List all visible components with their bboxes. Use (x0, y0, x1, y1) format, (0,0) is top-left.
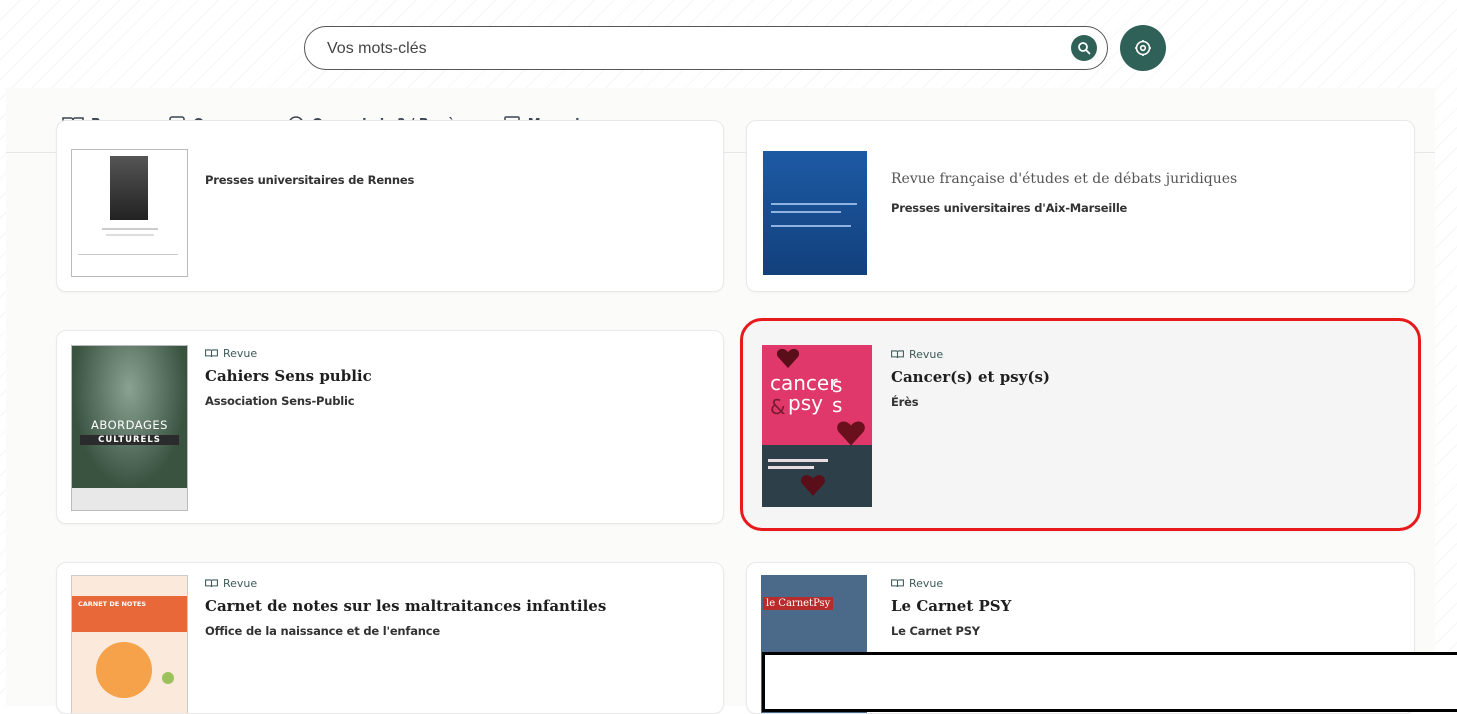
gear-icon (1135, 40, 1151, 56)
cover-symbol: & (770, 395, 786, 419)
book-open-icon (205, 578, 218, 587)
card-meta: Revue Carnet de notes sur les maltraitan… (205, 575, 607, 639)
search-bar (304, 26, 1108, 70)
card-meta: Revue Le Carnet PSY Le Carnet PSY (891, 575, 1012, 639)
publisher: Association Sens-Public (205, 394, 355, 408)
title: Carnet de notes sur les maltraitances in… (205, 597, 607, 615)
cover-title: ABORDAGES (91, 418, 168, 432)
content-type: Revue (205, 345, 372, 361)
title: Le Carnet PSY (891, 597, 1012, 615)
cover-image (71, 149, 188, 277)
book-open-icon (205, 348, 218, 357)
book-open-icon (891, 349, 904, 358)
cover-image: ABORDAGES CULTURELS (71, 345, 188, 511)
cover-image: cancer & psy s s (762, 345, 872, 507)
result-card[interactable]: Revue française d'études et de débats ju… (746, 120, 1415, 292)
cover-image: CARNET DE NOTES (71, 575, 188, 713)
settings-button[interactable] (1120, 25, 1166, 71)
search-icon (1078, 42, 1091, 55)
result-card[interactable]: Presses universitaires de Rennes (56, 120, 724, 292)
overlay-panel (762, 652, 1457, 712)
publisher: Presses universitaires de Rennes (205, 173, 415, 187)
publisher: Office de la naissance et de l'enfance (205, 624, 440, 638)
content-type-label: Revue (909, 576, 944, 590)
card-meta: Presses universitaires de Rennes (205, 173, 414, 187)
search-button[interactable] (1071, 35, 1097, 61)
publisher: Érès (891, 395, 919, 409)
cover-title: CARNET DE NOTES (78, 600, 147, 608)
cover-letter: s (832, 393, 843, 417)
book-open-icon (891, 578, 904, 587)
title: Cancer(s) et psy(s) (891, 368, 1050, 386)
content-type-label: Revue (909, 347, 944, 361)
cover-image (763, 151, 867, 275)
heart-icon (776, 348, 800, 368)
heart-icon (837, 421, 865, 446)
card-meta: Revue française d'études et de débats ju… (891, 171, 1237, 215)
content-type: Revue (891, 346, 1050, 362)
cover-title: le CarnetPsy (763, 597, 834, 610)
result-card-highlighted[interactable]: cancer & psy s s Revue Cancer(s) et psy(… (740, 318, 1421, 531)
title: Cahiers Sens public (205, 367, 372, 385)
publisher: Le Carnet PSY (891, 624, 980, 638)
heart-icon (801, 475, 825, 496)
content-type-label: Revue (223, 346, 258, 360)
content-type-label: Revue (223, 576, 258, 590)
subtitle: Revue française d'études et de débats ju… (891, 171, 1238, 187)
cover-subtitle: CULTURELS (80, 435, 179, 445)
cover-word: psy (788, 391, 823, 415)
card-meta: Revue Cahiers Sens public Association Se… (205, 345, 372, 409)
result-card[interactable]: CARNET DE NOTES Revue Carnet de notes su… (56, 562, 724, 714)
publisher: Presses universitaires d'Aix-Marseille (891, 201, 1128, 215)
card-meta: Revue Cancer(s) et psy(s) Érès (891, 346, 1050, 410)
search-input[interactable] (325, 35, 1029, 63)
content-type: Revue (891, 575, 1011, 591)
result-card[interactable]: ABORDAGES CULTURELS Revue Cahiers Sens p… (56, 330, 724, 524)
content-type: Revue (205, 575, 606, 591)
